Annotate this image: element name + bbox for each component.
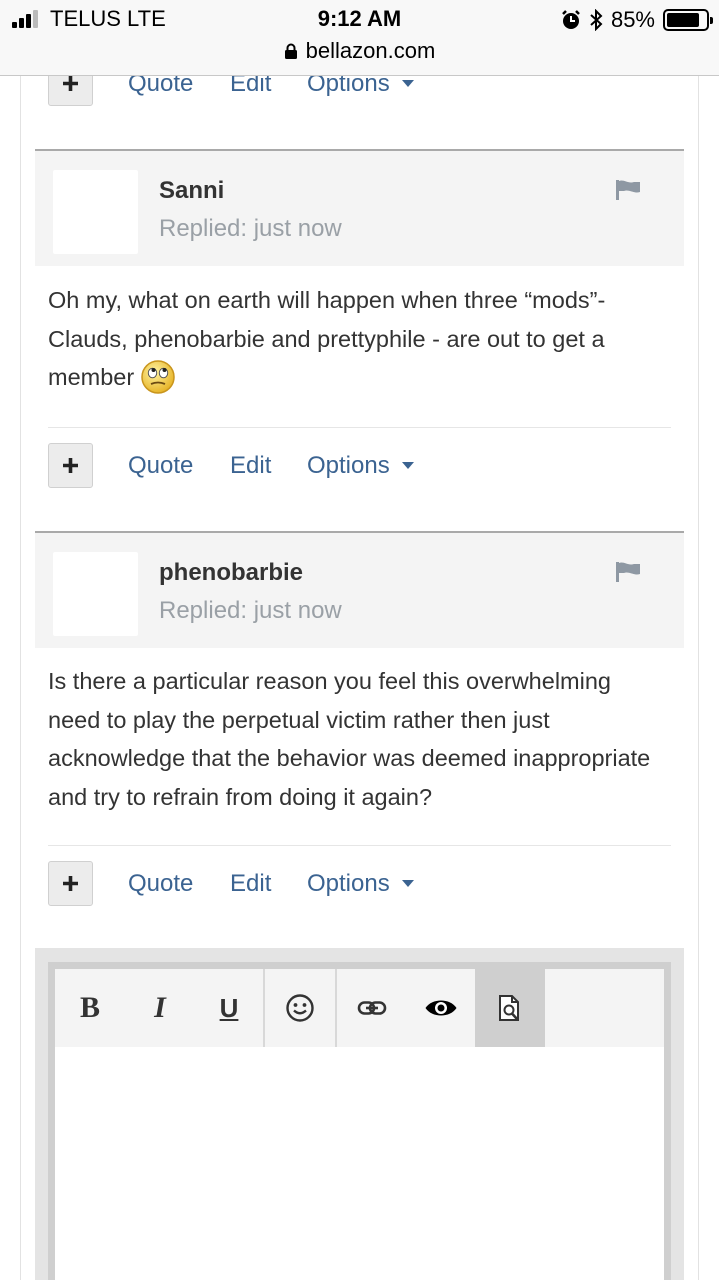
chevron-down-icon — [401, 462, 414, 469]
source-preview-icon — [499, 995, 519, 1021]
options-menu[interactable]: Options — [307, 870, 414, 898]
rolling-eyes-emoji — [141, 360, 175, 394]
quote-link[interactable]: Quote — [128, 870, 193, 898]
eye-icon — [425, 1000, 457, 1016]
edit-link[interactable]: Edit — [230, 452, 271, 480]
url-text: bellazon.com — [305, 38, 436, 63]
multiquote-button[interactable] — [48, 443, 93, 488]
italic-label: I — [154, 991, 166, 1024]
source-preview-button[interactable] — [475, 969, 545, 1047]
edit-link[interactable]: Edit — [230, 870, 271, 898]
editor-toolbar: B I U — [55, 969, 664, 1047]
alarm-icon — [562, 10, 580, 29]
options-label: Options — [307, 452, 390, 479]
post-header: Sanni Replied: just now — [35, 149, 684, 266]
battery-icon — [663, 9, 713, 31]
post-content: Is there a particular reason you feel th… — [48, 662, 668, 816]
chevron-down-icon — [401, 880, 414, 887]
lock-icon — [284, 43, 297, 59]
link-icon — [357, 1001, 387, 1015]
options-menu[interactable]: Options — [307, 452, 414, 480]
post-author[interactable]: phenobarbie — [159, 559, 303, 587]
report-flag-icon[interactable] — [615, 179, 641, 201]
smiley-icon — [286, 994, 314, 1022]
avatar[interactable] — [53, 552, 138, 636]
bold-button[interactable]: B — [55, 969, 125, 1047]
bold-label: B — [79, 991, 100, 1024]
chevron-down-icon — [401, 80, 414, 87]
underline-button[interactable]: U — [195, 969, 263, 1047]
post-timestamp: Replied: just now — [159, 597, 342, 624]
preview-button[interactable] — [407, 969, 475, 1047]
post-text: Oh my, what on earth will happen when th… — [48, 287, 606, 390]
link-button[interactable] — [337, 969, 407, 1047]
editor-box: B I U — [48, 962, 671, 1280]
post-actions: Quote Edit Options — [48, 861, 668, 909]
report-flag-icon[interactable] — [615, 561, 641, 583]
underline-label: U — [219, 992, 239, 1023]
post-timestamp: Replied: just now — [159, 215, 342, 242]
divider — [48, 427, 671, 428]
post-header: phenobarbie Replied: just now — [35, 531, 684, 648]
post-content: Oh my, what on earth will happen when th… — [48, 281, 668, 397]
multiquote-button[interactable] — [48, 861, 93, 906]
address-bar[interactable]: bellazon.com — [0, 38, 719, 64]
status-indicators: 85% — [561, 6, 713, 34]
divider — [48, 845, 671, 846]
emoji-button[interactable] — [265, 969, 335, 1047]
quote-link[interactable]: Quote — [128, 452, 193, 480]
post-actions: Quote Edit Options — [48, 443, 668, 491]
post-author[interactable]: Sanni — [159, 177, 224, 205]
avatar[interactable] — [53, 170, 138, 254]
reply-editor: B I U — [35, 948, 684, 1280]
plus-icon — [63, 876, 78, 891]
status-bar: TELUS LTE 9:12 AM 85% bellazon.com — [0, 0, 719, 76]
plus-icon — [63, 76, 78, 91]
bluetooth-icon — [590, 9, 603, 31]
plus-icon — [63, 458, 78, 473]
battery-fill — [667, 13, 700, 27]
post-text: Is there a particular reason you feel th… — [48, 668, 651, 810]
battery-percent: 85% — [610, 7, 655, 32]
options-label: Options — [307, 870, 390, 897]
italic-button[interactable]: I — [125, 969, 195, 1047]
